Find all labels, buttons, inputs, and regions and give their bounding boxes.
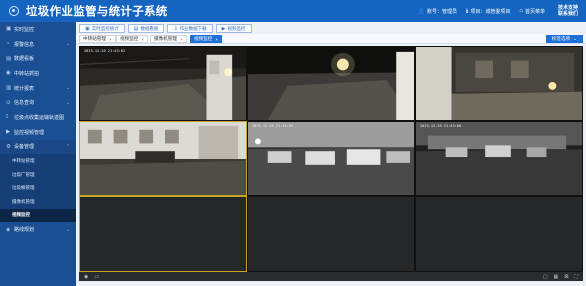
- camera-feed-6[interactable]: 2023-12-26 21:43:08: [415, 121, 583, 196]
- sidebar-item-route[interactable]: ◈ 路线规划 ⌄: [0, 222, 76, 237]
- download-button[interactable]: ⇩ 作业数据下载: [167, 24, 213, 33]
- empty-feed-1[interactable]: [79, 196, 247, 272]
- sidebar-item-alarm[interactable]: ◔ 报警信息 ⌄: [0, 37, 76, 52]
- account-menu[interactable]: 👤 账号：管理员: [418, 8, 458, 15]
- visibility-icon[interactable]: ◉: [84, 274, 88, 280]
- chevron-down-icon: ⌄: [65, 226, 70, 233]
- camera-image: [80, 47, 246, 120]
- control-right: ▢ ▦ ⊠ ⛶: [543, 274, 578, 280]
- video-icon: ▶: [6, 129, 11, 136]
- home-icon: ⌂: [519, 8, 523, 14]
- sidebar-item-query[interactable]: ⊙ 信息查询 ⌄: [0, 95, 76, 110]
- chevron-down-icon: ⌄: [65, 99, 70, 106]
- app-title: 垃圾作业监管与统计子系统: [26, 6, 168, 18]
- home-menu[interactable]: ⌂ 首页菜单: [519, 8, 545, 15]
- app-header: 垃圾作业监管与统计子系统 👤 账号：管理员 ℹ 项目：城管委项目 ⌂ 首页菜单 技术支…: [0, 0, 586, 22]
- project-menu[interactable]: ℹ 项目：城管委项目: [466, 8, 510, 15]
- sidebar-item-video-mgmt[interactable]: ▶ 监控视频管理: [0, 125, 76, 140]
- download-icon: ⇩: [173, 25, 178, 32]
- sidebar: ▣ 实时监控 ◔ 报警信息 ⌄ ▤ 数据看板 ◉ 中转站抓拍 ▥ 统计报表 ⌄ ⊙ 信息查询 ⌄ …: [0, 22, 76, 286]
- search-icon: ⊙: [6, 99, 11, 106]
- camera-feed-4[interactable]: [79, 121, 247, 196]
- camera-icon: ◉: [6, 70, 11, 77]
- tab-options-dropdown[interactable]: 标签选项 ⌄: [545, 35, 583, 43]
- dashboard-icon: ▤: [6, 55, 12, 62]
- camera-timestamp: 2023-12-26 21:43:02: [84, 49, 126, 53]
- close-icon[interactable]: ×: [215, 37, 218, 42]
- tab-cameras[interactable]: 摄像机管理 ×: [150, 35, 187, 43]
- camera-image: [416, 122, 582, 195]
- quick-toolbar: ▣ 实时监控统计 ▤ 数据看板 ⇩ 作业数据下载 ▶ 视频监控: [79, 24, 252, 33]
- chevron-up-icon: ⌃: [65, 143, 70, 150]
- sidebar-item-dashboard[interactable]: ▤ 数据看板: [0, 51, 76, 66]
- sidebar-item-capture[interactable]: ◉ 中转站抓拍: [0, 66, 76, 81]
- dashboard-button[interactable]: ▤ 数据看板: [127, 24, 165, 33]
- sidebar-sub-transfer[interactable]: 中转站管理: [0, 154, 76, 168]
- screenshot-icon[interactable]: ▭: [94, 274, 99, 280]
- close-icon[interactable]: ×: [180, 37, 183, 42]
- logo-icon: [9, 6, 19, 16]
- video-wall: 2023-12-26 21:43:02 2023-12-26 21:42:55 …: [79, 46, 583, 272]
- camera-image: [248, 47, 414, 120]
- close-icon[interactable]: ×: [109, 37, 112, 42]
- control-left: ◉ ▭: [84, 274, 99, 280]
- sidebar-item-realtime[interactable]: ▣ 实时监控: [0, 22, 76, 37]
- chart-icon: ▥: [6, 85, 12, 92]
- sidebar-sub-cameras[interactable]: 摄像机管理: [0, 194, 76, 209]
- camera-image: [80, 122, 246, 195]
- sidebar-sub-video[interactable]: 视频监控: [0, 208, 76, 223]
- camera-timestamp: 2023-12-26 21:42:55: [252, 124, 294, 128]
- tab-video-active[interactable]: 视频监控 ×: [190, 35, 223, 43]
- fullscreen-icon[interactable]: ⛶: [574, 274, 578, 280]
- camera-feed-1[interactable]: 2023-12-26 21:43:02: [79, 46, 247, 121]
- route-icon: ⟟: [6, 113, 9, 120]
- chevron-down-icon: ⌄: [65, 41, 70, 48]
- sidebar-sub-bins[interactable]: 垃圾桶管理: [0, 181, 76, 195]
- realtime-stats-button[interactable]: ▣ 实时监控统计: [79, 24, 125, 33]
- tab-strip: 中转站管理 × 视频监控 × 摄像机管理 × 视频监控 × 标签选项 ⌄: [76, 34, 586, 44]
- header-actions: 👤 账号：管理员 ℹ 项目：城管委项目 ⌂ 首页菜单 技术支持 联系我们: [418, 0, 578, 22]
- layout-icon[interactable]: ▢: [543, 274, 548, 280]
- sidebar-sub-plant[interactable]: 垃圾厂管理: [0, 167, 76, 182]
- camera-timestamp: 2023-12-26 21:43:08: [420, 124, 462, 128]
- close-all-icon[interactable]: ⊠: [564, 274, 568, 280]
- video-icon: ▶: [221, 25, 226, 32]
- sidebar-item-reports[interactable]: ▥ 统计报表 ⌄: [0, 81, 76, 96]
- video-control-bar: ◉ ▭ ▢ ▦ ⊠ ⛶: [79, 272, 583, 281]
- map-icon: ◈: [6, 226, 11, 233]
- tab-video-1[interactable]: 视频监控 ×: [116, 35, 149, 43]
- support-link[interactable]: 技术支持 联系我们: [558, 5, 578, 17]
- close-icon[interactable]: ×: [141, 37, 144, 42]
- camera-image: [416, 47, 582, 120]
- empty-feed-2[interactable]: [247, 196, 415, 272]
- device-icon: ⚙: [6, 143, 11, 150]
- camera-image: [248, 122, 414, 195]
- sidebar-item-device[interactable]: ⚙ 设备管理 ⌃: [0, 139, 76, 155]
- info-icon: ℹ: [466, 8, 469, 15]
- user-icon: 👤: [417, 8, 426, 15]
- camera-feed-2[interactable]: [247, 46, 415, 121]
- camera-feed-5[interactable]: 2023-12-26 21:42:55: [247, 121, 415, 196]
- monitor-icon: ▣: [6, 26, 12, 33]
- monitor-icon: ▣: [85, 25, 90, 32]
- chevron-down-icon: ⌄: [573, 36, 577, 41]
- tab-transfer[interactable]: 中转站管理 ×: [79, 35, 116, 43]
- chevron-down-icon: ⌄: [65, 85, 70, 92]
- bell-icon: ◔: [6, 41, 10, 48]
- empty-feed-3[interactable]: [415, 196, 583, 272]
- dashboard-icon: ▤: [133, 25, 139, 32]
- camera-feed-3[interactable]: [415, 46, 583, 121]
- split-icon[interactable]: ▦: [554, 274, 559, 280]
- video-monitor-button[interactable]: ▶ 视频监控: [215, 24, 252, 33]
- sidebar-item-track[interactable]: ⟟ 垃圾点收集运输轨迹图: [0, 110, 76, 125]
